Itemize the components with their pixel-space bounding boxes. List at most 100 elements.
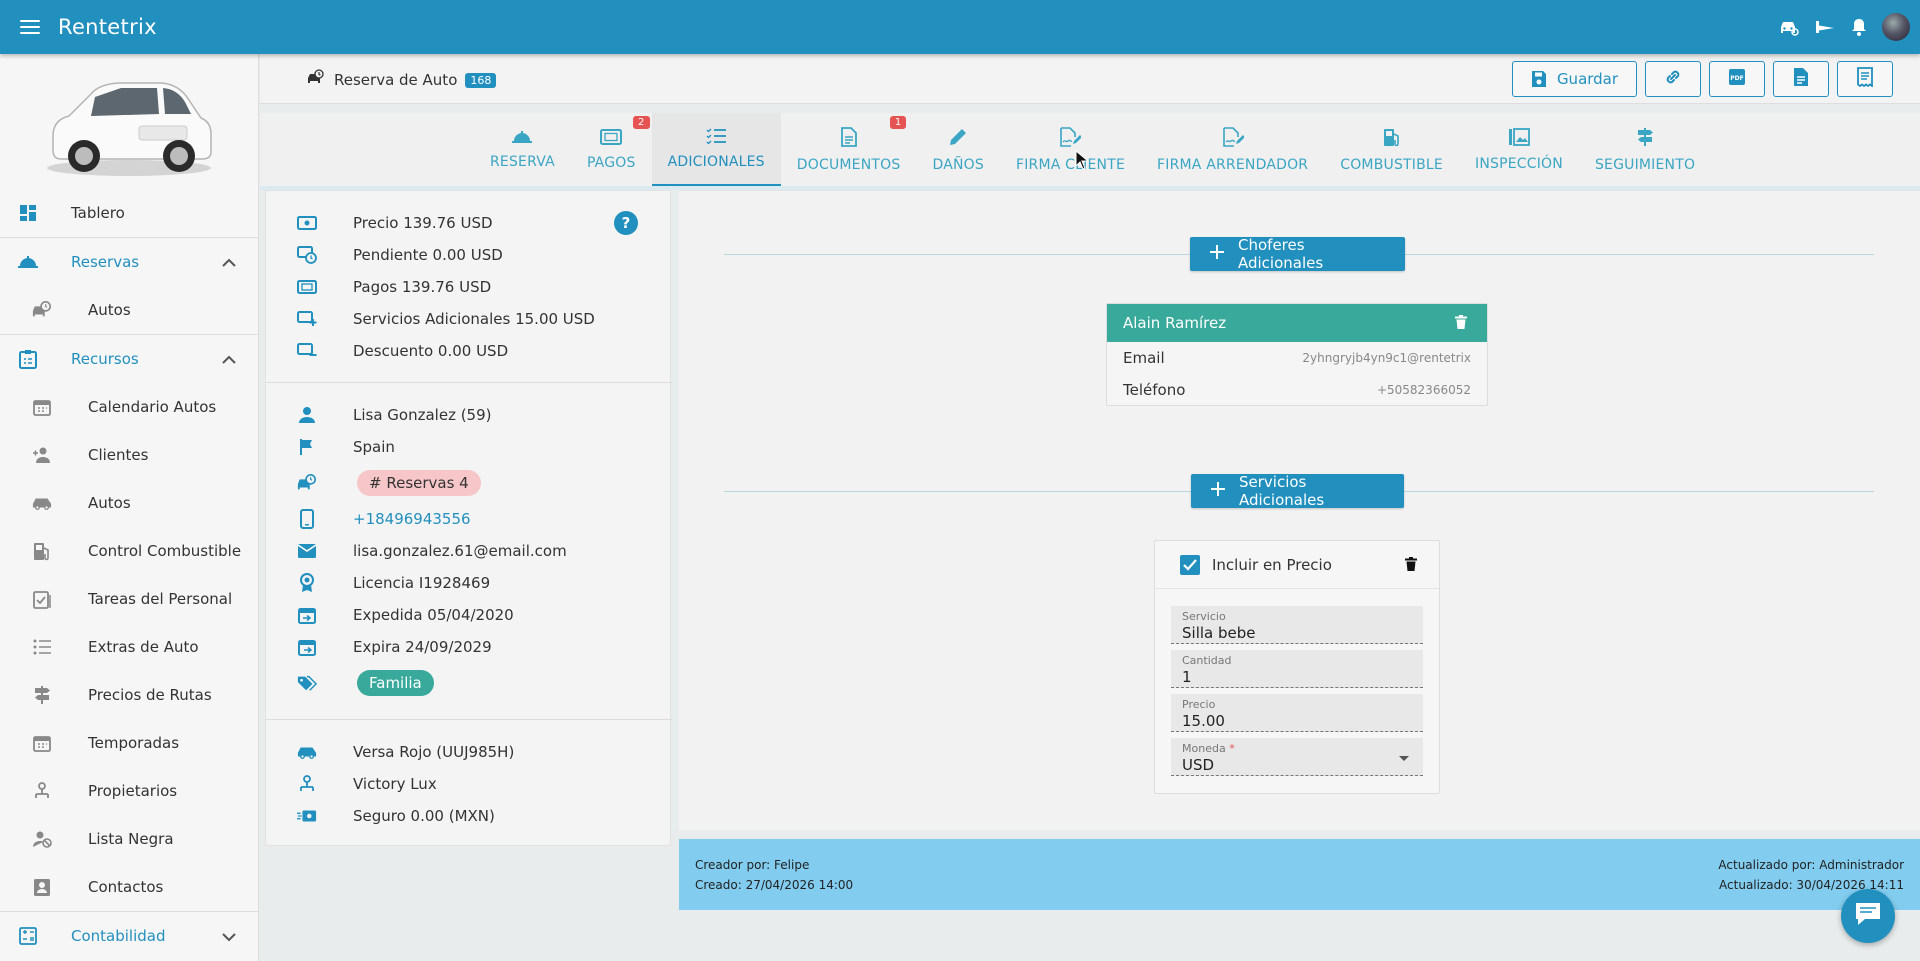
add-services-button[interactable]: Servicios Adicionales bbox=[1191, 473, 1404, 509]
owner-row: Victory Lux bbox=[266, 768, 672, 800]
tab-inspeccion[interactable]: Inspección bbox=[1459, 113, 1579, 186]
sidebar-item-label: Autos bbox=[88, 301, 131, 319]
sidebar-item-autos[interactable]: Autos bbox=[0, 286, 258, 334]
sidebar-item-recursos[interactable]: Recursos bbox=[0, 335, 258, 383]
sidebar-item-precios-de-rutas[interactable]: Precios de Rutas bbox=[0, 671, 258, 719]
top-actions bbox=[1778, 0, 1910, 54]
reservations-count-chip[interactable]: # Reservas 4 bbox=[357, 470, 481, 496]
price-field-label: Precio bbox=[1182, 698, 1216, 711]
plane-icon[interactable] bbox=[1814, 17, 1836, 37]
receipt-button[interactable] bbox=[1837, 61, 1893, 97]
sidebar-item-tablero[interactable]: Tablero bbox=[0, 189, 258, 237]
add-drivers-button[interactable]: Choferes Adicionales bbox=[1190, 236, 1405, 272]
driver-email-value: 2yhngryjb4yn9c1@rentetrix bbox=[1302, 351, 1471, 365]
payments-row: Pagos 139.76 USD bbox=[266, 271, 672, 303]
tab-adicionales[interactable]: Adicionales bbox=[651, 113, 781, 186]
user-avatar[interactable] bbox=[1882, 13, 1910, 41]
sidebar-item-extras-de-auto[interactable]: Extras de Auto bbox=[0, 623, 258, 671]
car-icon bbox=[32, 493, 52, 513]
bell-icon[interactable] bbox=[1850, 17, 1868, 37]
sidebar-item-control-combustible[interactable]: Control Combustible bbox=[0, 527, 258, 575]
phone-icon bbox=[297, 509, 317, 529]
sidebar-item-label: Calendario Autos bbox=[88, 398, 217, 416]
sidebar-item-label: Reservas bbox=[71, 253, 140, 271]
tab-count-badge: 2 bbox=[633, 116, 650, 129]
mouse-cursor-icon bbox=[1075, 149, 1090, 174]
tab-firma-cliente[interactable]: Firma Cliente bbox=[1000, 113, 1141, 186]
tab-seguimiento[interactable]: Seguimiento bbox=[1579, 113, 1711, 186]
client-country: Spain bbox=[353, 438, 395, 456]
sidebar-item-label: Tareas del Personal bbox=[88, 590, 233, 608]
car-icon bbox=[297, 742, 317, 762]
pdf-button[interactable]: PDF bbox=[1709, 61, 1765, 97]
client-email: lisa.gonzalez.61@email.com bbox=[353, 542, 567, 560]
client-email-row: lisa.gonzalez.61@email.com bbox=[266, 535, 672, 567]
sidebar-item-temporadas[interactable]: Temporadas bbox=[0, 719, 258, 767]
tasks-icon bbox=[32, 589, 52, 609]
sidebar-item-label: Lista Negra bbox=[88, 830, 174, 848]
created-text: Creado: 27/04/2026 14:00 bbox=[695, 878, 854, 892]
tab-combustible[interactable]: Combustible bbox=[1324, 113, 1459, 186]
quantity-field[interactable]: Cantidad 1 bbox=[1171, 650, 1423, 688]
sidebar-item-label: Autos bbox=[88, 494, 131, 512]
top-app-bar: Rentetrix bbox=[0, 0, 1920, 54]
chevron-down-icon[interactable] bbox=[222, 928, 236, 946]
money-minus-icon bbox=[297, 341, 317, 361]
service-field[interactable]: Servicio Silla bebe bbox=[1171, 606, 1423, 644]
sidebar-item-tareas-del-personal[interactable]: Tareas del Personal bbox=[0, 575, 258, 623]
chevron-up-icon[interactable] bbox=[222, 254, 236, 272]
reservation-tabs: Reserva Pagos 2 Adicionales Documentos 1 D… bbox=[260, 113, 1920, 186]
page-header: Reserva de Auto 168 Guardar PDF bbox=[260, 54, 1920, 104]
delete-service-icon[interactable] bbox=[1405, 557, 1417, 575]
sidebar-item-contactos[interactable]: Contactos bbox=[0, 863, 258, 911]
calendar-icon bbox=[32, 397, 52, 417]
sidebar-item-clientes[interactable]: Clientes bbox=[0, 431, 258, 479]
document-button[interactable] bbox=[1773, 61, 1829, 97]
audit-info-bar: Creador por: Felipe Creado: 27/04/2026 1… bbox=[679, 839, 1920, 910]
sidebar-item-calendario-autos[interactable]: Calendario Autos bbox=[0, 383, 258, 431]
calendar-out-icon bbox=[297, 637, 317, 657]
quantity-field-value: 1 bbox=[1182, 668, 1192, 686]
sidebar-item-reservas[interactable]: Reservas bbox=[0, 238, 258, 286]
sidebar-item-contabilidad[interactable]: Contabilidad bbox=[0, 912, 258, 960]
client-tag-chip[interactable]: Familia bbox=[357, 670, 434, 696]
car-search-icon[interactable] bbox=[1778, 17, 1800, 37]
tab-label: Combustible bbox=[1340, 156, 1443, 173]
tab-reserva[interactable]: Reserva bbox=[474, 113, 571, 186]
delete-driver-icon[interactable] bbox=[1455, 315, 1467, 333]
tab-firma-arrendador[interactable]: Firma Arrendador bbox=[1141, 113, 1324, 186]
sidebar-item-propietarios[interactable]: Propietarios bbox=[0, 767, 258, 815]
money-icon bbox=[297, 213, 317, 233]
tags-icon bbox=[297, 673, 317, 693]
price-field[interactable]: Precio 15.00 bbox=[1171, 694, 1423, 732]
sidebar-item-autos[interactable]: Autos bbox=[0, 479, 258, 527]
additionals-panel: Choferes Adicionales Alain Ramírez Email… bbox=[679, 190, 1920, 830]
insurance-row: Seguro 0.00 (MXN) bbox=[266, 800, 672, 832]
car-clock-icon bbox=[306, 69, 324, 91]
sidebar-item-lista-negra[interactable]: Lista Negra bbox=[0, 815, 258, 863]
sidebar-item-label: Control Combustible bbox=[88, 542, 242, 560]
accounting-icon bbox=[18, 926, 38, 946]
reservation-id-badge: 168 bbox=[465, 72, 497, 88]
dashboard-icon bbox=[18, 203, 38, 223]
link-button[interactable] bbox=[1645, 61, 1701, 97]
currency-select[interactable]: Moneda * USD bbox=[1171, 738, 1423, 776]
email-icon bbox=[297, 541, 317, 561]
app-title: Rentetrix bbox=[58, 15, 157, 39]
chat-button[interactable] bbox=[1841, 889, 1895, 943]
license-expires: Expira 24/09/2029 bbox=[353, 638, 492, 656]
include-in-price-checkbox[interactable] bbox=[1180, 554, 1200, 575]
menu-icon[interactable] bbox=[20, 20, 40, 34]
fuel-icon bbox=[1382, 127, 1402, 151]
tab-documentos[interactable]: Documentos 1 bbox=[781, 113, 917, 186]
sidebar-item-label: Contactos bbox=[88, 878, 164, 896]
tab-label: Inspección bbox=[1474, 155, 1563, 172]
client-reservations-row: # Reservas 4 bbox=[266, 467, 672, 499]
currency-field-label: Moneda * bbox=[1182, 742, 1235, 755]
tab-pagos[interactable]: Pagos 2 bbox=[571, 113, 652, 186]
chat-icon bbox=[1853, 901, 1883, 931]
client-phone-link[interactable]: +18496943556 bbox=[353, 510, 471, 528]
save-button[interactable]: Guardar bbox=[1512, 61, 1637, 97]
chevron-up-icon[interactable] bbox=[222, 351, 236, 369]
tab-danos[interactable]: Daños bbox=[916, 113, 1000, 186]
